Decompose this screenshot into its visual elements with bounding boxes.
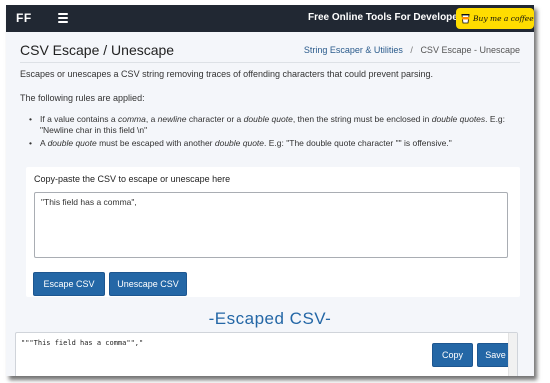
breadcrumb-current: CSV Escape - Unescape bbox=[420, 45, 520, 55]
breadcrumb: String Escaper & Utilities / CSV Escape … bbox=[304, 45, 520, 55]
breadcrumb-parent-link[interactable]: String Escaper & Utilities bbox=[304, 45, 403, 55]
input-card: Copy-paste the CSV to escape or unescape… bbox=[26, 167, 520, 297]
rules-intro-text: The following rules are applied: bbox=[20, 93, 145, 103]
hamburger-menu-icon[interactable] bbox=[58, 13, 68, 23]
coffee-cup-icon bbox=[461, 14, 470, 24]
coffee-label: Buy me a coffee bbox=[473, 14, 534, 23]
output-scrollbar[interactable] bbox=[508, 333, 517, 376]
header-divider bbox=[20, 62, 520, 63]
buy-me-a-coffee-button[interactable]: Buy me a coffee bbox=[456, 8, 534, 29]
rule-item: A double quote must be escaped with anot… bbox=[27, 138, 517, 149]
output-section-title: -Escaped CSV- bbox=[208, 309, 332, 328]
site-title-link[interactable]: Free Online Tools For Developers bbox=[308, 12, 467, 23]
csv-input-label: Copy-paste the CSV to escape or unescape… bbox=[34, 174, 231, 184]
copy-button[interactable]: Copy bbox=[432, 343, 473, 367]
intro-text: Escapes or unescapes a CSV string removi… bbox=[20, 69, 434, 79]
unescape-csv-button[interactable]: Unescape CSV bbox=[109, 272, 187, 296]
escaped-output-text[interactable]: """This field has a comma""," bbox=[21, 339, 143, 347]
app-window: FF Free Online Tools For Developers Buy … bbox=[6, 5, 534, 376]
site-logo[interactable]: FF bbox=[16, 11, 32, 25]
page-title: CSV Escape / Unescape bbox=[20, 42, 175, 58]
csv-input-textarea[interactable]: "This field has a comma", bbox=[34, 192, 508, 258]
escape-csv-button[interactable]: Escape CSV bbox=[33, 272, 105, 296]
rules-list: If a value contains a comma, a newline c… bbox=[27, 114, 517, 151]
breadcrumb-separator: / bbox=[410, 45, 413, 55]
rule-item: If a value contains a comma, a newline c… bbox=[27, 114, 517, 136]
output-card: """This field has a comma""," Copy Save bbox=[15, 332, 518, 376]
top-navbar: FF Free Online Tools For Developers Buy … bbox=[6, 5, 534, 32]
